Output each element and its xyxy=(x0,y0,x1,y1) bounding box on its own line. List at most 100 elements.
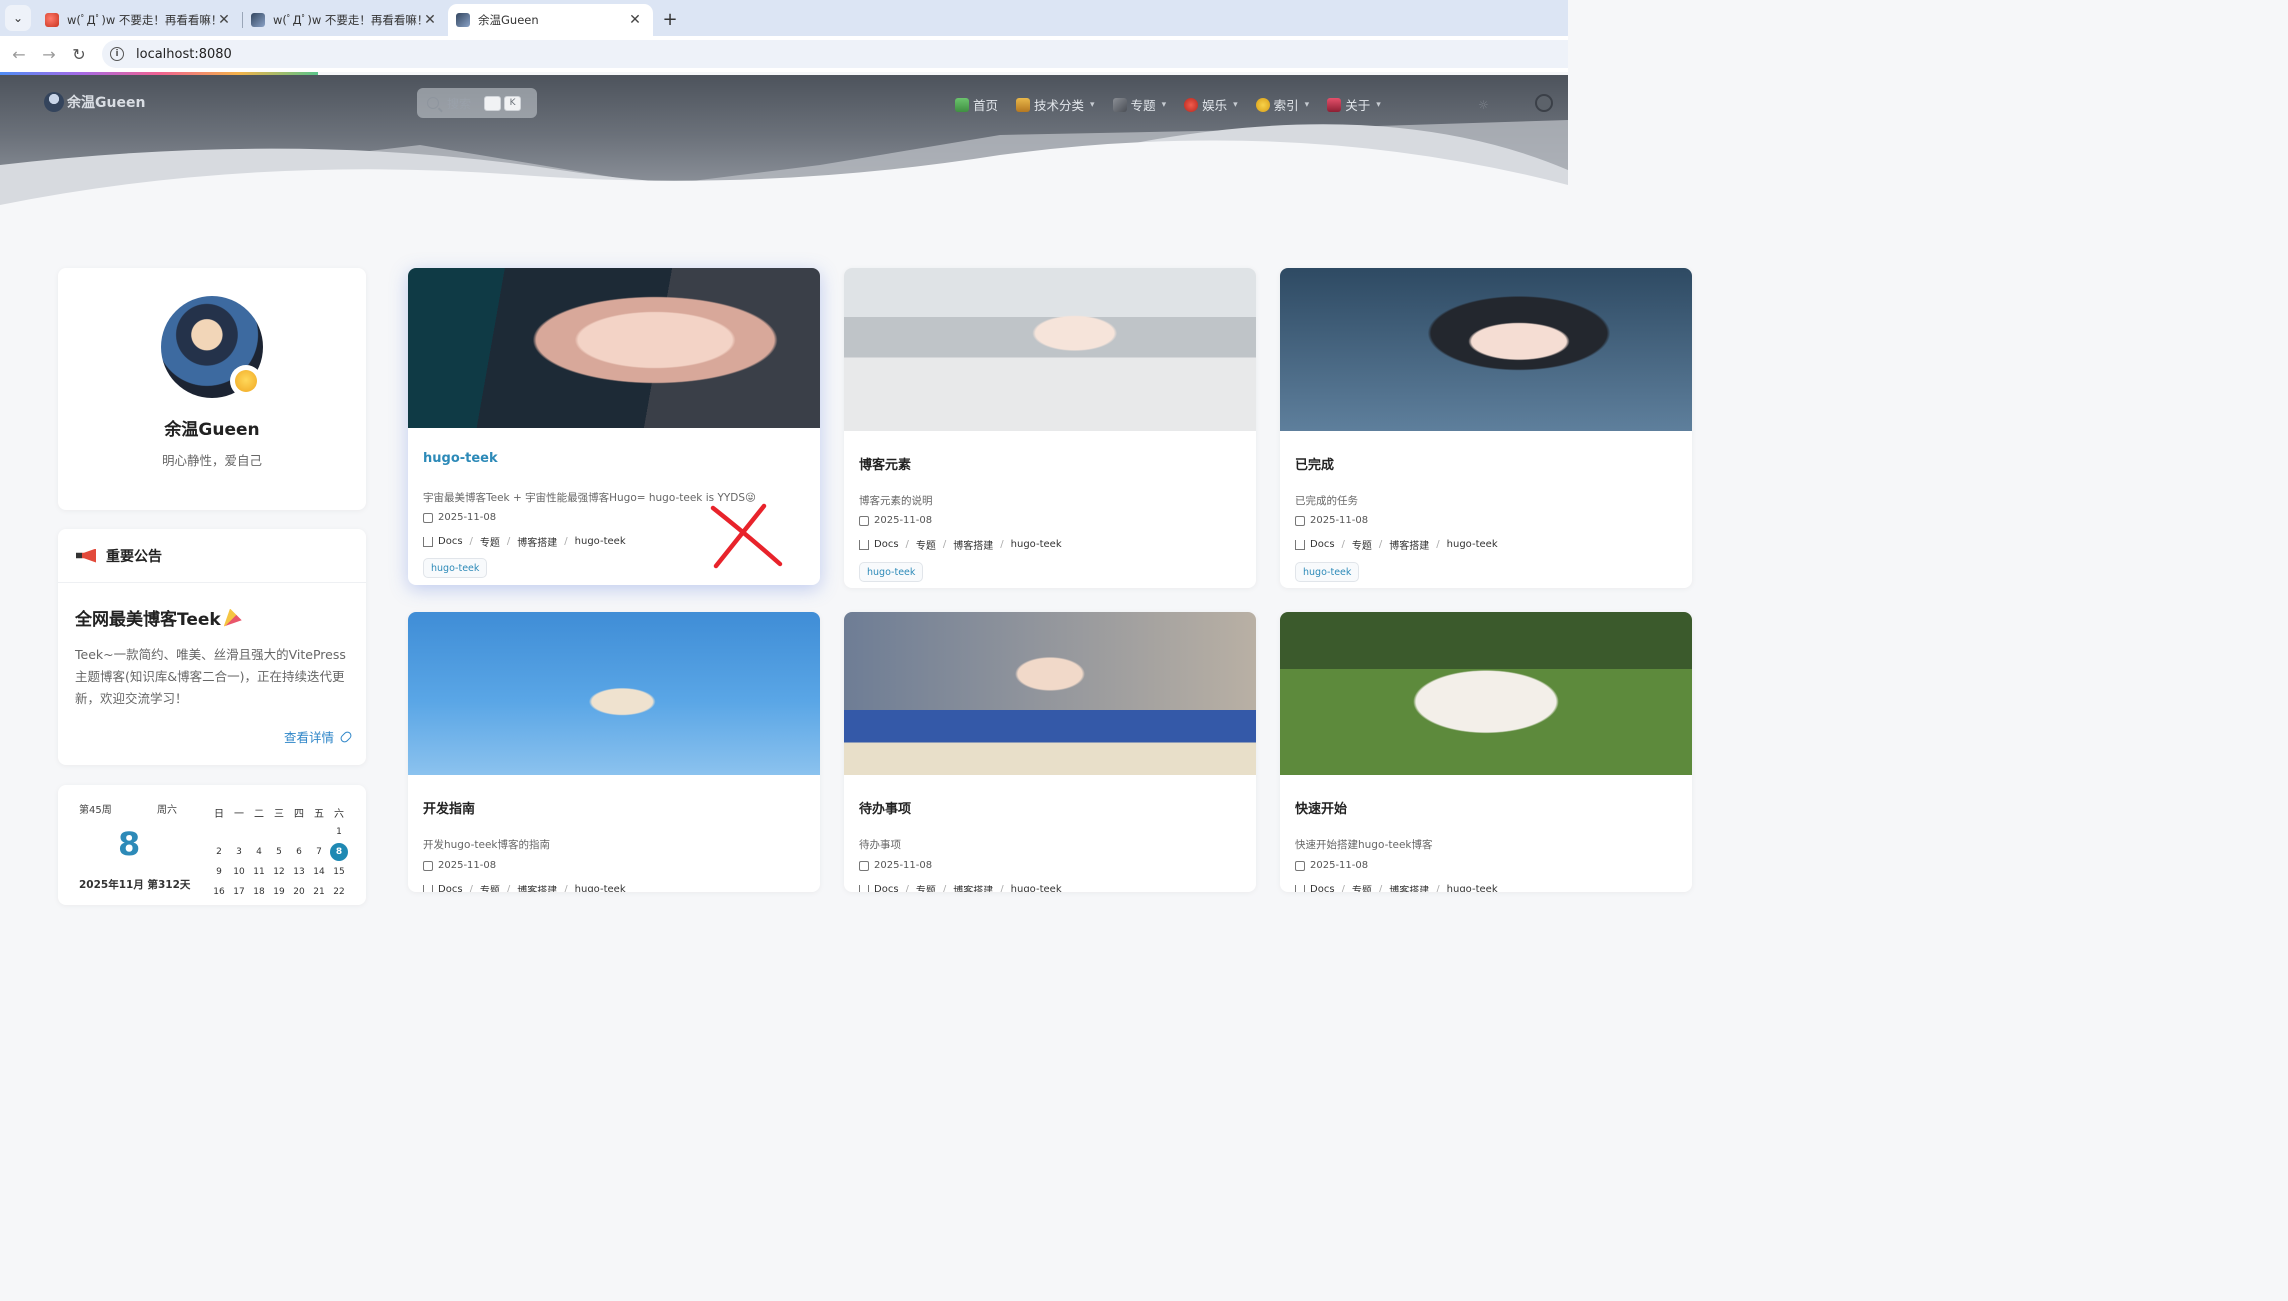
post-cover-image[interactable] xyxy=(844,612,1256,775)
post-title[interactable]: hugo-teek xyxy=(423,451,498,466)
new-tab-button[interactable]: + xyxy=(657,6,683,32)
breadcrumb-link[interactable]: 博客搭建 xyxy=(953,882,993,892)
reload-icon[interactable]: ↻ xyxy=(64,45,94,64)
breadcrumb-link[interactable]: Docs xyxy=(874,539,899,550)
site-info-icon[interactable]: i xyxy=(110,47,124,61)
calendar-day[interactable]: 16 xyxy=(209,887,229,897)
chevron-down-icon: ▾ xyxy=(1233,99,1238,110)
menu-item-fun[interactable]: 娱乐 ▾ xyxy=(1184,95,1238,114)
calendar-day[interactable]: 20 xyxy=(289,887,309,897)
post-card[interactable]: 博客元素 博客元素的说明 2025-11-08 Docs / 专题 / 博客搭建 / hugo-t… xyxy=(844,268,1256,588)
breadcrumb-link[interactable]: 专题 xyxy=(916,537,936,552)
calendar-day[interactable]: 2 xyxy=(209,847,229,857)
calendar-day[interactable]: 6 xyxy=(289,847,309,857)
tab-close-icon[interactable]: ✕ xyxy=(216,12,232,28)
post-tag[interactable]: hugo-teek xyxy=(1295,562,1360,582)
notice-header: 重要公告 xyxy=(58,529,366,583)
post-title[interactable]: 博客元素 xyxy=(859,454,911,473)
calendar-day[interactable]: 19 xyxy=(269,887,289,897)
calendar-day[interactable]: 15 xyxy=(329,867,349,877)
post-cover-image[interactable] xyxy=(408,268,820,428)
breadcrumb-link[interactable]: hugo-teek xyxy=(575,536,626,547)
breadcrumb-link[interactable]: hugo-teek xyxy=(1447,884,1498,892)
notice-more-link[interactable]: 查看详情 xyxy=(284,727,354,746)
calendar-day[interactable]: 17 xyxy=(229,887,249,897)
calendar-day[interactable]: 1 xyxy=(329,827,349,837)
post-cover-image[interactable] xyxy=(1280,612,1692,775)
calendar-day[interactable]: 18 xyxy=(249,887,269,897)
tab-close-icon[interactable]: ✕ xyxy=(422,12,438,28)
breadcrumb-link[interactable]: hugo-teek xyxy=(1011,884,1062,892)
calendar-day[interactable]: 5 xyxy=(269,847,289,857)
folder-home-icon xyxy=(1295,539,1305,550)
menu-item-index[interactable]: 索引 ▾ xyxy=(1255,95,1309,114)
tab-search-button[interactable]: ⌄ xyxy=(5,5,31,31)
post-title[interactable]: 已完成 xyxy=(1295,454,1334,473)
menu-item-tech[interactable]: 技术分类 ▾ xyxy=(1016,95,1095,114)
calendar-day-today[interactable]: 8 xyxy=(330,843,348,861)
tab-close-icon[interactable]: ✕ xyxy=(627,12,643,28)
post-date: 2025-11-08 xyxy=(1295,860,1368,871)
calendar-day[interactable]: 3 xyxy=(229,847,249,857)
breadcrumb-link[interactable]: 博客搭建 xyxy=(1389,882,1429,892)
breadcrumb-link[interactable]: 专题 xyxy=(916,882,936,892)
browser-tab-strip: ⌄ w(ﾟДﾟ)w 不要走！再看看嘛！ ✕ w(ﾟДﾟ)w 不要走！再看看嘛！ … xyxy=(0,0,1568,36)
breadcrumb-link[interactable]: 专题 xyxy=(1352,882,1372,892)
breadcrumb-link[interactable]: 专题 xyxy=(1352,537,1372,552)
breadcrumb-link[interactable]: hugo-teek xyxy=(1011,539,1062,550)
menu-item-about[interactable]: 关于 ▾ xyxy=(1327,95,1381,114)
calendar-day[interactable]: 13 xyxy=(289,867,309,877)
calendar-day[interactable]: 7 xyxy=(309,847,329,857)
calendar-day[interactable]: 21 xyxy=(309,887,329,897)
back-icon[interactable]: ← xyxy=(4,45,34,64)
calendar-day[interactable]: 9 xyxy=(209,867,229,877)
post-cover-image[interactable] xyxy=(1280,268,1692,431)
calendar-day[interactable]: 11 xyxy=(249,867,269,877)
breadcrumb-link[interactable]: 专题 xyxy=(480,534,500,549)
post-breadcrumb: Docs / 专题 / 博客搭建 / hugo-teek xyxy=(423,534,626,549)
site-brand[interactable]: 余温Gueen xyxy=(44,92,145,112)
post-title[interactable]: 开发指南 xyxy=(423,798,475,817)
breadcrumb-link[interactable]: Docs xyxy=(1310,539,1335,550)
post-date-text: 2025-11-08 xyxy=(438,860,497,871)
menu-item-topics[interactable]: 专题 ▾ xyxy=(1112,95,1166,114)
breadcrumb-link[interactable]: hugo-teek xyxy=(1447,539,1498,550)
post-cover-image[interactable] xyxy=(844,268,1256,431)
about-icon xyxy=(1327,97,1342,112)
browser-tab-1[interactable]: w(ﾟДﾟ)w 不要走！再看看嘛！ ✕ xyxy=(37,4,242,36)
post-card[interactable]: 已完成 已完成的任务 2025-11-08 Docs / 专题 / 博客搭建 / hugo-tee… xyxy=(1280,268,1692,588)
breadcrumb-link[interactable]: 博客搭建 xyxy=(517,882,557,892)
post-title[interactable]: 待办事项 xyxy=(859,798,911,817)
tab-favicon xyxy=(251,13,265,27)
calendar-day[interactable]: 4 xyxy=(249,847,269,857)
post-card[interactable]: 开发指南 开发hugo-teek博客的指南 2025-11-08 Docs / 专题 / 博客… xyxy=(408,612,820,892)
post-tag[interactable]: hugo-teek xyxy=(859,562,924,582)
search-button[interactable]: 搜索 K xyxy=(417,88,537,118)
post-title[interactable]: 快速开始 xyxy=(1295,798,1347,817)
github-icon[interactable] xyxy=(1535,94,1553,112)
breadcrumb-link[interactable]: Docs xyxy=(438,884,463,892)
breadcrumb-link[interactable]: Docs xyxy=(438,536,463,547)
breadcrumb-link[interactable]: 博客搭建 xyxy=(953,537,993,552)
calendar-day[interactable]: 10 xyxy=(229,867,249,877)
calendar-day[interactable]: 22 xyxy=(329,887,349,897)
search-icon xyxy=(427,97,439,109)
url-field[interactable]: i localhost:8080 xyxy=(102,40,1568,68)
calendar-day[interactable]: 14 xyxy=(309,867,329,877)
browser-tab-3-active[interactable]: 余温Gueen ✕ xyxy=(448,4,653,36)
breadcrumb-link[interactable]: hugo-teek xyxy=(575,884,626,892)
breadcrumb-link[interactable]: 博客搭建 xyxy=(1389,537,1429,552)
breadcrumb-link[interactable]: Docs xyxy=(1310,884,1335,892)
breadcrumb-link[interactable]: Docs xyxy=(874,884,899,892)
breadcrumb-link[interactable]: 博客搭建 xyxy=(517,534,557,549)
theme-toggle-icon[interactable]: ☼ xyxy=(1478,98,1489,112)
post-card[interactable]: 快速开始 快速开始搭建hugo-teek博客 2025-11-08 Docs / 专题 / 博… xyxy=(1280,612,1692,892)
post-tag[interactable]: hugo-teek xyxy=(423,558,488,578)
forward-icon[interactable]: → xyxy=(34,45,64,64)
calendar-day[interactable]: 12 xyxy=(269,867,289,877)
breadcrumb-link[interactable]: 专题 xyxy=(480,882,500,892)
post-card[interactable]: 待办事项 待办事项 2025-11-08 Docs / 专题 / 博客搭建 / hugo-teek xyxy=(844,612,1256,892)
post-cover-image[interactable] xyxy=(408,612,820,775)
menu-item-home[interactable]: 首页 xyxy=(955,95,998,114)
browser-tab-2[interactable]: w(ﾟДﾟ)w 不要走！再看看嘛！ ✕ xyxy=(243,4,448,36)
